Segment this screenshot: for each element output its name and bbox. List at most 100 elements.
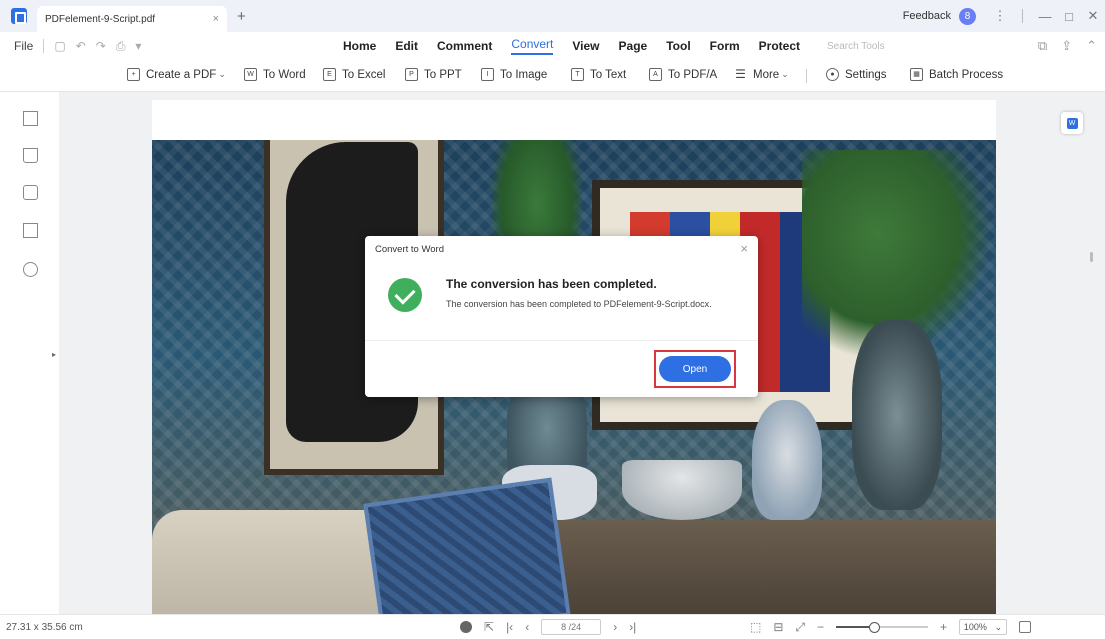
cloud-upload-icon[interactable]: ⇪: [1061, 38, 1072, 54]
status-bar: 27.31 x 35.56 cm ⇱ |‹ ‹ 8 /24 › ›| ⬚ ⊟ ⤢…: [0, 614, 1105, 639]
more-icon: ☰: [735, 67, 746, 81]
scrollbar[interactable]: [1090, 252, 1093, 262]
maximize-button[interactable]: □: [1057, 9, 1081, 24]
word-icon: W: [244, 68, 257, 81]
zoom-out-icon[interactable]: −: [817, 620, 824, 634]
page-number-input[interactable]: 8 /24: [541, 619, 602, 635]
customize-icon[interactable]: ▾: [135, 39, 141, 53]
new-tab-button[interactable]: +: [237, 8, 246, 25]
minimize-button[interactable]: —: [1033, 9, 1057, 24]
bowl: [622, 460, 742, 520]
bookmark-icon[interactable]: [23, 148, 38, 163]
document-tab[interactable]: PDFelement-9-Script.pdf ×: [37, 6, 227, 32]
comment-icon[interactable]: [23, 185, 38, 200]
text-icon: T: [571, 68, 584, 81]
vase-right: [852, 320, 942, 510]
file-menu[interactable]: File: [14, 39, 33, 53]
title-bar: PDFelement-9-Script.pdf × + Feedback 8 ⋮…: [0, 0, 1105, 32]
redo-icon[interactable]: ↷: [96, 39, 106, 53]
tab-form[interactable]: Form: [710, 39, 740, 53]
more-options-icon[interactable]: ⋮: [988, 8, 1012, 24]
undo-icon[interactable]: ↶: [76, 39, 86, 53]
create-pdf-button[interactable]: + Create a PDF ⌄: [127, 68, 226, 81]
zoom-select[interactable]: 100% ⌄: [959, 619, 1008, 635]
chevron-down-icon: ⌄: [994, 621, 1003, 632]
batch-process-label: Batch Process: [929, 68, 1004, 81]
close-icon[interactable]: ×: [740, 241, 748, 256]
tab-tool[interactable]: Tool: [666, 39, 690, 53]
hand-icon[interactable]: [460, 621, 472, 633]
collapse-ribbon-icon[interactable]: ⌃: [1086, 38, 1097, 54]
convert-dialog: Convert to Word × The conversion has bee…: [365, 236, 758, 397]
dialog-title: Convert to Word: [375, 244, 444, 255]
to-text-button[interactable]: T To Text: [571, 68, 626, 81]
next-page-icon[interactable]: ›: [613, 620, 617, 634]
divider: [365, 340, 758, 341]
thumbnail-icon[interactable]: [23, 111, 38, 126]
to-image-label: To Image: [500, 68, 548, 81]
tab-edit[interactable]: Edit: [395, 39, 418, 53]
batch-process-button[interactable]: ▦ Batch Process: [910, 68, 1003, 81]
tab-title: PDFelement-9-Script.pdf: [45, 13, 156, 25]
pdfa-icon: A: [649, 68, 662, 81]
feedback-link[interactable]: Feedback: [903, 10, 951, 22]
settings-icon: ●: [826, 68, 839, 81]
divider: [43, 39, 45, 53]
quick-tools: ▢ ↶ ↷ ⎙ ▾: [43, 39, 141, 54]
select-icon[interactable]: ⇱: [484, 620, 494, 634]
more-button[interactable]: ☰ More ⌄: [734, 68, 789, 81]
chevron-down-icon: ⌄: [218, 69, 226, 79]
tab-protect[interactable]: Protect: [759, 39, 800, 53]
fullscreen-icon[interactable]: ⤢: [795, 620, 805, 635]
tab-close-icon[interactable]: ×: [213, 13, 219, 25]
search-tools-input[interactable]: Search Tools: [827, 41, 885, 52]
more-label: More: [753, 68, 780, 81]
create-pdf-label: Create a PDF: [146, 68, 217, 81]
close-window-button[interactable]: ✕: [1081, 8, 1105, 24]
open-button[interactable]: Open: [659, 356, 731, 382]
avatar[interactable]: 8: [959, 7, 976, 25]
to-excel-button[interactable]: E To Excel: [323, 68, 385, 81]
to-ppt-button[interactable]: P To PPT: [405, 68, 462, 81]
image-icon: I: [481, 68, 494, 81]
to-excel-label: To Excel: [342, 68, 386, 81]
last-page-icon[interactable]: ›|: [629, 620, 636, 634]
zoom-value: 100%: [963, 622, 987, 632]
share-icon[interactable]: ⧉: [1038, 38, 1047, 54]
settings-button[interactable]: ● Settings: [826, 68, 887, 81]
settings-label: Settings: [845, 68, 887, 81]
to-text-label: To Text: [590, 68, 627, 81]
first-page-icon[interactable]: |‹: [506, 620, 513, 634]
check-circle-icon: [388, 278, 422, 312]
zoom-slider[interactable]: [836, 622, 929, 633]
tab-convert[interactable]: Convert: [511, 37, 554, 55]
view-mode-icon[interactable]: ⊟: [773, 620, 783, 634]
create-pdf-icon: +: [127, 68, 140, 81]
ribbon-tabs: Home Edit Comment Convert View Page Tool…: [343, 32, 885, 60]
expand-sidebar-icon[interactable]: ▸: [52, 350, 56, 359]
ppt-icon: P: [405, 68, 418, 81]
to-image-button[interactable]: I To Image: [481, 68, 547, 81]
app-logo-icon: [11, 8, 27, 24]
tab-page[interactable]: Page: [619, 39, 648, 53]
search-icon[interactable]: [23, 262, 38, 277]
to-word-label: To Word: [263, 68, 306, 81]
word-icon: W: [1066, 117, 1078, 129]
vase-white: [752, 400, 822, 520]
divider: [1022, 9, 1023, 23]
fit-page-icon[interactable]: [1019, 621, 1032, 633]
save-icon[interactable]: ▢: [54, 39, 65, 53]
fit-width-icon[interactable]: ⬚: [750, 620, 761, 634]
print-icon[interactable]: ⎙: [116, 39, 126, 54]
to-word-button[interactable]: W To Word: [244, 68, 306, 81]
attachment-icon[interactable]: [23, 223, 38, 238]
floating-convert-button[interactable]: W: [1061, 112, 1083, 134]
dialog-message: The conversion has been completed to PDF…: [446, 299, 712, 309]
tab-view[interactable]: View: [572, 39, 599, 53]
to-pdfa-button[interactable]: A To PDF/A: [649, 68, 717, 81]
page-navigation: ⇱ |‹ ‹ 8 /24 › ›|: [460, 619, 636, 635]
prev-page-icon[interactable]: ‹: [525, 620, 529, 634]
tab-home[interactable]: Home: [343, 39, 376, 53]
zoom-in-icon[interactable]: +: [940, 620, 947, 634]
tab-comment[interactable]: Comment: [437, 39, 492, 53]
